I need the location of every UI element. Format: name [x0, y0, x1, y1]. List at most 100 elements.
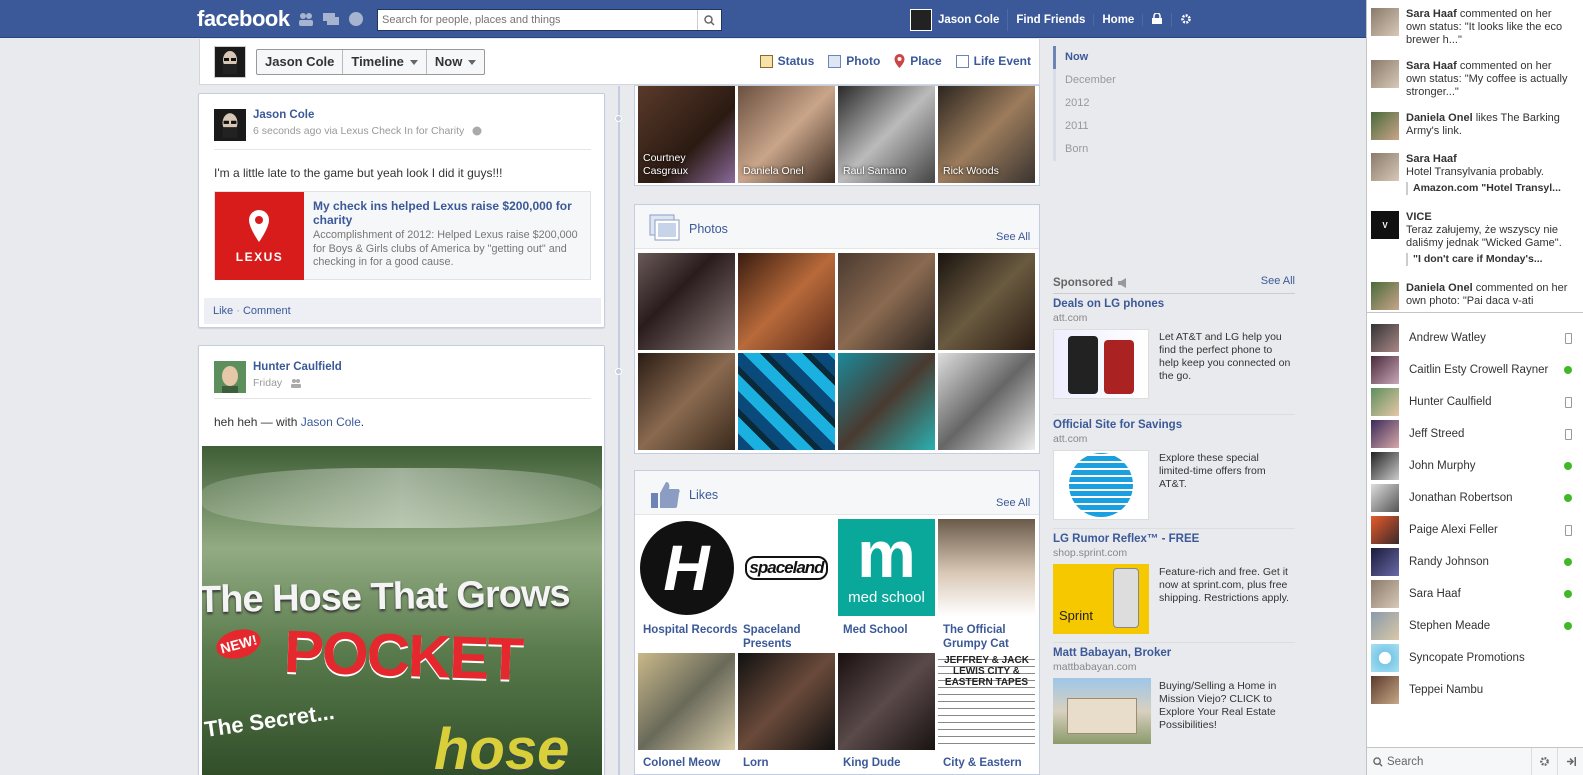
attachment-card[interactable]: LEXUS My check ins helped Lexus raise $2… — [214, 191, 591, 280]
ad-title[interactable]: Matt Babayan, Broker — [1053, 647, 1171, 659]
like-page-thumb[interactable] — [838, 653, 935, 750]
story-photo-image[interactable]: The Hose That Grows NEW! POCKET The Secr… — [202, 446, 602, 775]
chat-contact[interactable]: Randy Johnson — [1371, 548, 1576, 576]
ad-unit[interactable]: Matt Babayan, Broker mattbabayan.com Buy… — [1053, 643, 1295, 753]
photo-thumb[interactable] — [838, 353, 935, 450]
photo-thumb[interactable] — [638, 253, 735, 350]
like-page-name[interactable]: Hospital Records — [643, 623, 740, 637]
chat-contact[interactable]: Hunter Caulfield — [1371, 388, 1576, 416]
photo-thumb[interactable] — [938, 353, 1035, 450]
photo-thumb[interactable] — [738, 253, 835, 350]
notifications-globe-icon[interactable] — [347, 11, 365, 27]
photo-thumb[interactable] — [738, 353, 835, 450]
author-name[interactable]: Hunter Caulfield — [253, 361, 342, 373]
settings-button[interactable] — [1172, 13, 1200, 28]
ad-title[interactable]: Official Site for Savings — [1053, 419, 1182, 431]
like-page-name[interactable]: Lorn — [743, 756, 840, 770]
chat-contact[interactable]: John Murphy — [1371, 452, 1576, 480]
chat-contact[interactable]: Paige Alexi Feller — [1371, 516, 1576, 544]
photo-thumb[interactable] — [938, 253, 1035, 350]
chat-contact[interactable]: Andrew Watley — [1371, 324, 1576, 352]
ticker-item[interactable]: Daniela Onel likes The Barking Army's li… — [1371, 112, 1571, 140]
photos-see-all[interactable]: See All — [996, 231, 1030, 243]
tagged-friend-link[interactable]: Jason Cole — [301, 415, 361, 429]
ad-unit[interactable]: Official Site for Savings att.com Explor… — [1053, 415, 1295, 529]
likes-see-all[interactable]: See All — [996, 497, 1030, 509]
ad-title[interactable]: Deals on LG phones — [1053, 298, 1164, 310]
privacy-shortcuts-button[interactable] — [1143, 12, 1173, 27]
chat-contact[interactable]: Stephen Meade — [1371, 612, 1576, 640]
ticker-item[interactable]: Sara Haaf commented on her own status: "… — [1371, 60, 1571, 99]
like-page-thumb[interactable]: m med school — [838, 519, 935, 616]
like-page-name[interactable]: The Official Grumpy Cat — [943, 623, 1039, 651]
like-page-name[interactable]: Med School — [843, 623, 940, 637]
comment-link[interactable]: Comment — [243, 305, 291, 317]
sponsored-see-all[interactable]: See All — [1261, 275, 1295, 290]
story-timestamp[interactable]: Friday — [253, 377, 282, 389]
home-link[interactable]: Home — [1094, 14, 1144, 26]
crumb-timeline[interactable]: Timeline — [343, 50, 427, 74]
like-page-thumb[interactable]: spaceland — [738, 519, 835, 616]
chat-contact[interactable]: Jonathan Robertson — [1371, 484, 1576, 512]
chat-contact[interactable]: Syncopate Promotions — [1371, 644, 1576, 672]
ticker-item[interactable]: V VICE Teraz załujemy, że wszyscy nie da… — [1371, 211, 1571, 266]
like-page-name[interactable]: Colonel Meow — [643, 756, 740, 770]
friend-tile[interactable]: Daniela Onel — [738, 86, 835, 183]
chat-contact[interactable]: Caitlin Esty Crowell Rayner — [1371, 356, 1576, 384]
ticker-item[interactable]: Sara Haaf Hotel Transylvania probably. A… — [1371, 153, 1571, 195]
like-page-name[interactable]: King Dude — [843, 756, 940, 770]
crumb-name[interactable]: Jason Cole — [257, 50, 344, 74]
like-page-name[interactable]: Spaceland Presents — [743, 623, 840, 651]
chat-search-input[interactable]: Search — [1367, 747, 1532, 775]
chat-contact[interactable]: Sara Haaf — [1371, 580, 1576, 608]
like-page-thumb[interactable] — [638, 653, 735, 750]
scrubber-2011[interactable]: 2011 — [1053, 115, 1116, 138]
friends-audience-icon[interactable] — [290, 378, 302, 388]
facebook-logo[interactable]: facebook — [197, 6, 290, 32]
like-page-thumb[interactable] — [738, 653, 835, 750]
chat-options-button[interactable] — [1532, 747, 1558, 775]
author-name[interactable]: Jason Cole — [253, 109, 314, 121]
composer-status[interactable]: Status — [759, 54, 814, 68]
story-timestamp[interactable]: 6 seconds ago via Lexus Check In for Cha… — [253, 125, 464, 137]
chat-contact[interactable]: Teppei Nambu — [1371, 676, 1576, 704]
ad-unit[interactable]: LG Rumor Reflex™ - FREE shop.sprint.com … — [1053, 529, 1295, 643]
photo-thumb[interactable] — [838, 253, 935, 350]
ticker-item[interactable]: Sara Haaf commented on her own status: "… — [1371, 8, 1571, 47]
author-avatar[interactable] — [214, 109, 246, 141]
ad-unit[interactable]: Deals on LG phones att.com Let AT&T and … — [1053, 294, 1295, 415]
like-page-thumb[interactable] — [938, 519, 1035, 616]
photo-thumb[interactable] — [638, 353, 735, 450]
like-page-thumb[interactable]: JEFFREY & JACK LEWIS CITY & EASTERN TAPE… — [938, 653, 1035, 750]
friend-requests-icon[interactable] — [297, 11, 315, 27]
composer-photo[interactable]: Photo — [828, 54, 880, 68]
profile-picture[interactable] — [214, 46, 246, 78]
likes-title[interactable]: Likes — [689, 488, 718, 502]
messages-icon[interactable] — [322, 11, 340, 27]
author-avatar[interactable] — [214, 361, 246, 393]
friend-tile[interactable]: Raul Samano — [838, 86, 935, 183]
like-page-name[interactable]: City & Eastern — [943, 756, 1039, 770]
friend-tile[interactable]: Courtney Casgraux — [638, 86, 735, 183]
search-input[interactable] — [378, 10, 696, 30]
scrubber-now[interactable]: Now — [1053, 46, 1116, 69]
like-link[interactable]: Like — [213, 305, 233, 317]
scrubber-born[interactable]: Born — [1053, 138, 1116, 161]
ad-title[interactable]: LG Rumor Reflex™ - FREE — [1053, 533, 1199, 545]
crumb-now[interactable]: Now — [427, 50, 484, 74]
friend-tile[interactable]: Rick Woods — [938, 86, 1035, 183]
attachment-title[interactable]: My check ins helped Lexus raise $200,000… — [313, 199, 583, 227]
composer-place[interactable]: Place — [894, 54, 942, 68]
chat-contact[interactable]: Jeff Streed — [1371, 420, 1576, 448]
hide-sidebar-button[interactable] — [1558, 748, 1583, 775]
scrubber-december[interactable]: December — [1053, 69, 1116, 92]
like-page-thumb[interactable]: H — [638, 519, 735, 616]
globe-icon[interactable] — [472, 126, 482, 136]
composer-life-event[interactable]: Life Event — [955, 54, 1031, 68]
photos-title[interactable]: Photos — [689, 222, 728, 236]
ticker-item[interactable]: Daniela Onel commented on her own photo:… — [1371, 282, 1571, 310]
find-friends-link[interactable]: Find Friends — [1008, 14, 1095, 26]
search-button[interactable] — [697, 10, 721, 30]
profile-link[interactable]: Jason Cole — [902, 9, 1009, 31]
scrubber-2012[interactable]: 2012 — [1053, 92, 1116, 115]
